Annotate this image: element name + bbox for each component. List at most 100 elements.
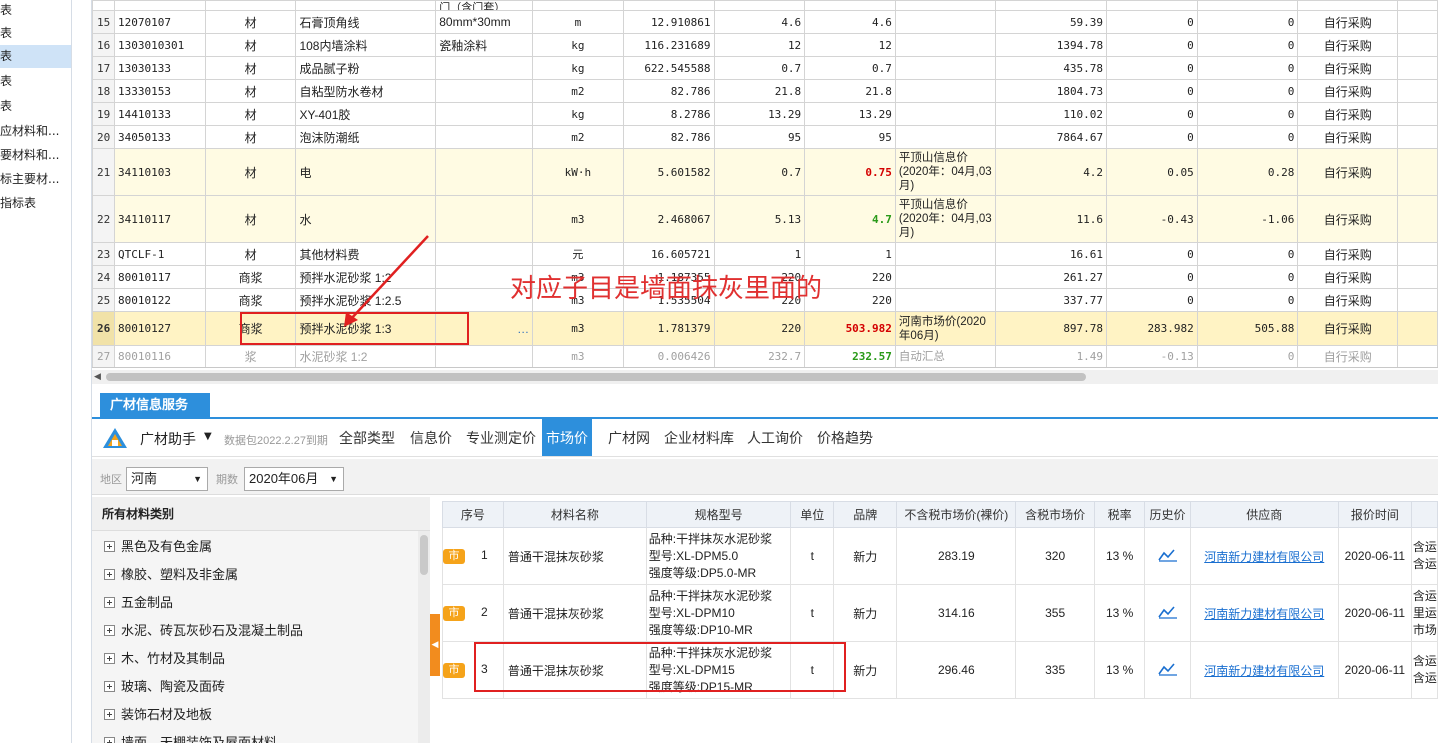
history-cell[interactable] bbox=[1144, 641, 1191, 699]
cell-type[interactable]: 材 bbox=[204, 10, 297, 34]
cell-code[interactable]: 13330153 bbox=[113, 79, 206, 103]
cell-code[interactable]: 80010122 bbox=[113, 288, 206, 312]
cell-diff_total[interactable]: 0 bbox=[1196, 345, 1299, 367]
cell-diff[interactable]: 0.05 bbox=[1106, 148, 1198, 196]
cell-name[interactable]: 自粘型防水卷材 bbox=[295, 79, 437, 103]
expand-plus-icon[interactable] bbox=[104, 597, 115, 608]
cell-price2[interactable]: 13.29 bbox=[804, 102, 896, 126]
cell-name[interactable]: 水 bbox=[295, 195, 437, 243]
cell-diff[interactable]: 0 bbox=[1106, 102, 1198, 126]
cell-price2[interactable]: 232.57 bbox=[804, 345, 896, 367]
table-row[interactable]: 22 34110117 材水 m3 2.468067 5.13 4.7 平顶山信息价(2020… bbox=[92, 195, 1438, 243]
cell-qty[interactable]: 622.545588 bbox=[622, 56, 715, 80]
category-item[interactable]: 五金制品 bbox=[104, 593, 173, 613]
table-row[interactable]: 市 1 普通干混抹灰砂浆 品种:干拌抹灰水泥砂浆 型号:XL-DPM5.0 强度等级:DP… bbox=[442, 527, 1438, 585]
nav-item[interactable]: 指标表 bbox=[0, 192, 71, 215]
cell-type[interactable]: 材 bbox=[204, 242, 297, 266]
cell-code[interactable]: 80010127 bbox=[113, 311, 206, 346]
cell-name[interactable]: 预拌水泥砂浆 1:2 bbox=[295, 265, 437, 289]
tab-6[interactable]: 人工询价 bbox=[743, 419, 807, 456]
cell-amount[interactable]: 897.78 bbox=[995, 311, 1108, 346]
cell-unit[interactable]: m bbox=[532, 10, 624, 34]
cell-qty[interactable]: 16.605721 bbox=[622, 242, 715, 266]
cell-price1[interactable]: 0.7 bbox=[713, 148, 806, 196]
cell-qty[interactable]: 5.601582 bbox=[622, 148, 715, 196]
cell-qty[interactable]: 2.468067 bbox=[622, 195, 715, 243]
category-item[interactable]: 装饰石材及地板 bbox=[104, 705, 212, 725]
cell-diff_total[interactable]: 0 bbox=[1196, 125, 1299, 149]
row-index[interactable]: 24 bbox=[92, 265, 115, 289]
cell-unit[interactable]: kg bbox=[532, 33, 624, 57]
cell-type[interactable]: 材 bbox=[204, 79, 297, 103]
cell-source[interactable]: 平顶山信息价(2020年：04月,03月) bbox=[894, 148, 997, 196]
cell-source[interactable] bbox=[894, 265, 997, 289]
cell-code[interactable]: 80010116 bbox=[113, 345, 206, 367]
cell-supply[interactable]: 自行采购 bbox=[1297, 195, 1399, 243]
cell-type[interactable]: 商浆 bbox=[204, 288, 297, 312]
cell-price1[interactable]: 13.29 bbox=[713, 102, 806, 126]
cell-source[interactable] bbox=[894, 56, 997, 80]
expand-plus-icon[interactable] bbox=[104, 541, 115, 552]
tab-5[interactable]: 企业材料库 bbox=[660, 419, 738, 456]
cell-price2[interactable]: 0.75 bbox=[804, 148, 896, 196]
cell-source[interactable] bbox=[894, 102, 997, 126]
column-header[interactable]: 税率 bbox=[1093, 501, 1146, 528]
cell-source[interactable] bbox=[894, 33, 997, 57]
expand-plus-icon[interactable] bbox=[104, 709, 115, 720]
cell-supply[interactable]: 自行采购 bbox=[1297, 102, 1399, 126]
cell-price2[interactable]: 95 bbox=[804, 125, 896, 149]
cell-qty[interactable]: 116.231689 bbox=[622, 33, 715, 57]
cell-name[interactable]: 水泥砂浆 1:2 bbox=[295, 345, 437, 367]
cell-price1[interactable]: 232.7 bbox=[713, 345, 806, 367]
cell-type[interactable]: 材 bbox=[204, 125, 297, 149]
supplier-cell[interactable]: 河南新力建材有限公司 bbox=[1189, 641, 1339, 699]
table-row[interactable]: 市 2 普通干混抹灰砂浆 品种:干拌抹灰水泥砂浆 型号:XL-DPM10 强度等级:DP1… bbox=[442, 584, 1438, 642]
table-row[interactable]: 20 34050133 材泡沫防潮纸 m2 82.786 95 95 7864.67 0 0 自行采… bbox=[92, 125, 1438, 149]
expand-plus-icon[interactable] bbox=[104, 737, 115, 743]
cell-spec[interactable] bbox=[435, 195, 534, 243]
cell-name[interactable]: 泡沫防潮纸 bbox=[295, 125, 437, 149]
cell-price2[interactable]: 12 bbox=[804, 33, 896, 57]
cell-amount[interactable]: 16.61 bbox=[995, 242, 1108, 266]
material-name[interactable]: 普通干混抹灰砂浆 bbox=[502, 527, 647, 585]
cell-amount[interactable]: 261.27 bbox=[995, 265, 1108, 289]
cell-spec[interactable] bbox=[435, 56, 534, 80]
cell-spec[interactable] bbox=[435, 79, 534, 103]
cell-code[interactable]: 34110117 bbox=[113, 195, 206, 243]
cell-spec[interactable] bbox=[435, 102, 534, 126]
row-index[interactable]: 15 bbox=[92, 10, 115, 34]
tab-0[interactable]: 全部类型 bbox=[335, 419, 399, 456]
cell-source[interactable]: 平顶山信息价(2020年：04月,03月) bbox=[894, 195, 997, 243]
column-header[interactable]: 不含税市场价(裸价) bbox=[896, 501, 1017, 528]
cell-diff_total[interactable]: 0 bbox=[1196, 265, 1299, 289]
cell-spec[interactable] bbox=[435, 148, 534, 196]
cell-type[interactable]: 材 bbox=[204, 148, 297, 196]
cell-diff_total[interactable]: -1.06 bbox=[1196, 195, 1299, 243]
cell-price1[interactable]: 4.6 bbox=[713, 10, 806, 34]
cell-type[interactable]: 浆 bbox=[204, 345, 297, 367]
row-index[interactable]: 17 bbox=[92, 56, 115, 80]
category-item[interactable]: 玻璃、陶瓷及面砖 bbox=[104, 677, 225, 697]
cell-name[interactable]: 成品腻子粉 bbox=[295, 56, 437, 80]
trend-chart-icon[interactable] bbox=[1157, 605, 1178, 619]
cell-price1[interactable]: 12 bbox=[713, 33, 806, 57]
trend-chart-icon[interactable] bbox=[1157, 662, 1178, 676]
scrollbar-thumb[interactable] bbox=[420, 535, 428, 575]
cell-amount[interactable]: 59.39 bbox=[995, 10, 1108, 34]
cell-diff_total[interactable]: 0 bbox=[1196, 33, 1299, 57]
cell-spec[interactable]: 瓷釉涂料 bbox=[435, 33, 534, 57]
tab-2[interactable]: 专业测定价 bbox=[462, 419, 540, 456]
category-item[interactable]: 水泥、砖瓦灰砂石及混凝土制品 bbox=[104, 621, 303, 641]
table-row[interactable]: 21 34110103 材电 kW·h 5.601582 0.7 0.75 平顶山信息价(20… bbox=[92, 148, 1438, 196]
cell-diff[interactable]: 0 bbox=[1106, 242, 1198, 266]
column-header[interactable]: 含税市场价 bbox=[1015, 501, 1095, 528]
row-index[interactable]: 19 bbox=[92, 102, 115, 126]
column-header[interactable]: 序号 bbox=[442, 501, 504, 528]
cell-spec[interactable]: 80mm*30mm bbox=[435, 10, 534, 34]
cell-amount[interactable]: 11.6 bbox=[995, 195, 1108, 243]
cell-name[interactable]: 石膏顶角线 bbox=[295, 10, 437, 34]
cell-supply[interactable]: 自行采购 bbox=[1297, 148, 1399, 196]
expand-plus-icon[interactable] bbox=[104, 653, 115, 664]
nav-item[interactable]: 表 bbox=[0, 22, 71, 45]
cell-name[interactable]: 其他材料费 bbox=[295, 242, 437, 266]
